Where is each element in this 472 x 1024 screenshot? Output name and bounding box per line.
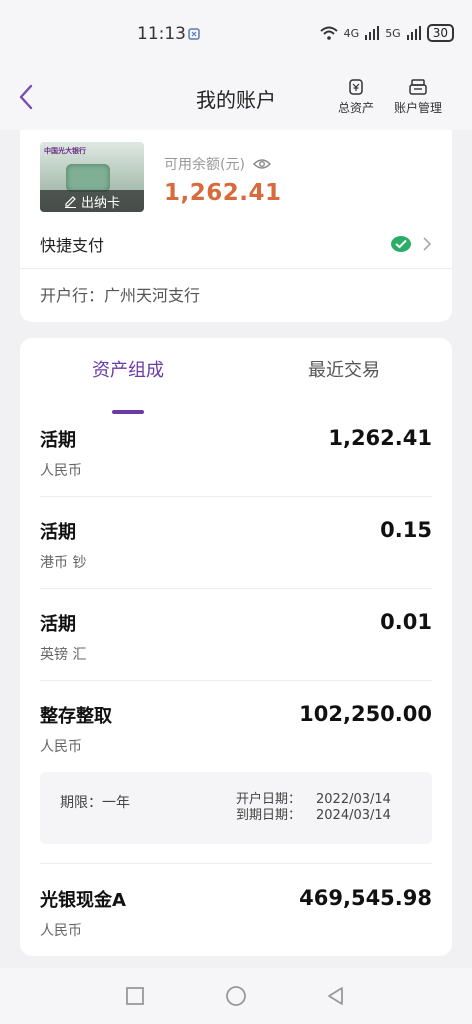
asset-name: 整存整取 <box>40 706 112 727</box>
available-balance-label: 可用余额(元) <box>164 154 271 174</box>
asset-amount: 1,262.41 <box>328 426 432 450</box>
fixed-deposit-details: 期限：一年 开户日期： 2022/03/14 到期日期： 2024/03/14 <box>40 772 432 844</box>
asset-name: 光银现金A <box>40 890 126 911</box>
total-assets-button[interactable]: 总资产 <box>338 78 374 116</box>
tab-bar: 资产组成 最近交易 <box>20 356 452 414</box>
back-icon[interactable] <box>324 984 348 1008</box>
asset-row[interactable]: 活期 英镑 汇 0.01 <box>40 610 432 681</box>
asset-currency: 人民币 <box>40 463 82 479</box>
open-date-value: 2022/03/14 <box>316 792 391 807</box>
asset-row[interactable]: 活期 人民币 1,262.41 <box>40 426 432 497</box>
edit-icon <box>64 195 76 208</box>
status-icons: 4G 5G 30 <box>319 24 454 42</box>
asset-row[interactable]: 活期 港币 钞 0.15 <box>40 518 432 589</box>
signal-icon <box>365 26 380 40</box>
status-time: 11:13 <box>137 24 186 44</box>
quick-pay-status <box>390 235 432 253</box>
asset-row[interactable]: 光银现金A 人民币 469,545.98 <box>40 886 432 956</box>
due-date-label: 到期日期： <box>236 808 302 823</box>
status-bar: 11:13 4G 5G 30 <box>0 0 472 68</box>
asset-currency: 港币 钞 <box>40 555 87 571</box>
assets-card: 资产组成 最近交易 活期 人民币 1,262.41 活期 港币 钞 0.15 活… <box>20 338 452 956</box>
account-manage-button[interactable]: 账户管理 <box>394 78 442 116</box>
withdraw-card-button[interactable]: 出纳卡 <box>40 190 144 212</box>
asset-amount: 0.01 <box>380 610 432 634</box>
app-header: 我的账户 总资产 账户管理 <box>0 68 472 130</box>
available-balance-value: 1,262.41 <box>164 180 282 206</box>
asset-name: 活期 <box>40 522 76 543</box>
nfc-icon <box>188 28 200 40</box>
asset-name: 活期 <box>40 430 76 451</box>
bank-card-name: 中国光大银行 <box>44 147 86 155</box>
wechat-pay-icon <box>391 236 411 252</box>
signal-label-2: 5G <box>385 26 401 40</box>
system-nav-bar <box>0 968 472 1024</box>
card-manage-icon <box>409 79 427 95</box>
tab-active-indicator <box>112 410 144 414</box>
asset-currency: 英镑 汇 <box>40 647 87 663</box>
tab-recent-transactions[interactable]: 最近交易 <box>264 356 424 382</box>
wifi-icon <box>319 26 338 40</box>
withdraw-card-label: 出纳卡 <box>80 195 120 211</box>
open-date-label: 开户日期： <box>236 792 302 807</box>
asset-currency: 人民币 <box>40 923 82 939</box>
total-assets-label: 总资产 <box>338 101 375 115</box>
branch-info: 开户行：广州天河支行 <box>40 286 201 305</box>
signal-icon-2 <box>406 26 421 40</box>
card-artwork <box>66 164 110 192</box>
bank-card-image[interactable]: 中国光大银行 出纳卡 <box>40 142 144 212</box>
wallet-icon <box>349 79 363 95</box>
chevron-right-icon <box>423 237 432 251</box>
asset-name: 活期 <box>40 614 76 635</box>
deposit-dates: 开户日期： 2022/03/14 到期日期： 2024/03/14 <box>236 792 391 824</box>
available-balance-text: 可用余额(元) <box>164 157 245 173</box>
battery-indicator: 30 <box>426 24 454 42</box>
account-manage-label: 账户管理 <box>394 101 443 115</box>
tab-asset-composition[interactable]: 资产组成 <box>48 356 208 382</box>
asset-amount: 469,545.98 <box>299 886 432 910</box>
asset-currency: 人民币 <box>40 739 82 755</box>
signal-label-1: 4G <box>343 26 360 40</box>
asset-amount: 0.15 <box>380 518 432 542</box>
home-icon[interactable] <box>224 984 248 1008</box>
eye-icon[interactable] <box>252 158 271 170</box>
deposit-term: 期限：一年 <box>60 795 130 811</box>
recent-apps-icon[interactable] <box>123 984 147 1008</box>
quick-pay-label: 快捷支付 <box>40 236 105 255</box>
due-date-value: 2024/03/14 <box>316 808 391 823</box>
divider <box>20 268 452 269</box>
asset-amount: 102,250.00 <box>299 702 432 726</box>
quick-pay-row[interactable]: 快捷支付 <box>40 230 432 258</box>
account-summary-card: 中国光大银行 出纳卡 可用余额(元) 1,262.41 快捷支付 开户行：广州天… <box>20 130 452 322</box>
